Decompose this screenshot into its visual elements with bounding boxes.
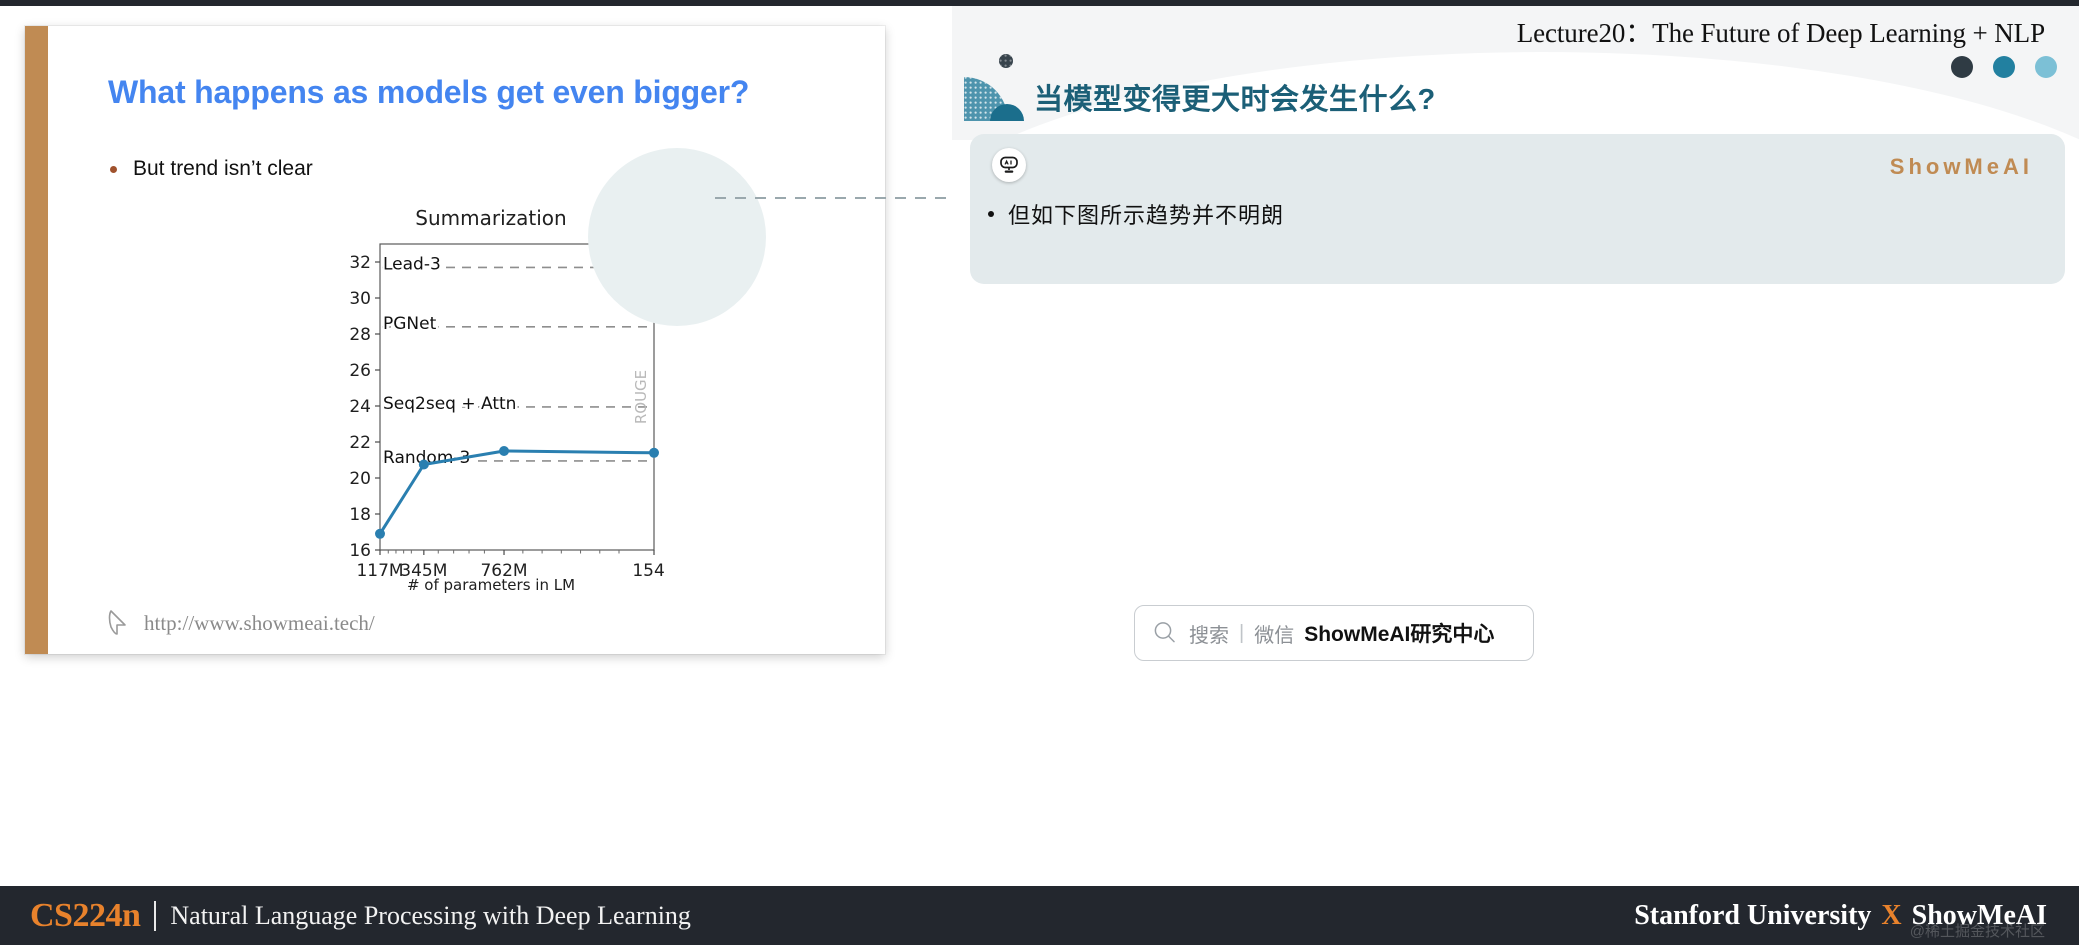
svg-text:Seq2seq + Attn: Seq2seq + Attn — [383, 394, 516, 414]
slide-url[interactable]: http://www.showmeai.tech/ — [106, 609, 375, 637]
footer-org-x: X — [1881, 899, 1902, 931]
svg-text:PGNet: PGNet — [383, 314, 437, 334]
section-title-cn: 当模型变得更大时会发生什么? — [1034, 84, 1436, 116]
search-channel: 微信 — [1254, 624, 1295, 647]
footer-bar: CS224n Natural Language Processing with … — [0, 886, 2079, 945]
svg-text:26: 26 — [349, 361, 371, 381]
slide-bullet-label: But trend isn’t clear — [133, 157, 313, 180]
cursor-pointer-icon — [108, 610, 126, 635]
footer-left: CS224n Natural Language Processing with … — [30, 897, 691, 935]
slide-title: What happens as models get even bigger? — [108, 74, 750, 110]
quarter-circle-decoration-icon — [964, 77, 1024, 121]
content-bullet-label: 但如下图所示趋势并不明朗 — [1008, 203, 1285, 228]
dot-dark-icon — [1951, 56, 1973, 78]
search-label: 搜索 — [1189, 624, 1229, 647]
svg-text:ROUGE: ROUGE — [632, 370, 650, 424]
search-pill[interactable]: 搜索 | 微信 ShowMeAI研究中心 — [1134, 605, 1534, 661]
footer-course-name: Natural Language Processing with Deep Le… — [170, 900, 691, 930]
search-brand: ShowMeAI研究中心 — [1304, 623, 1495, 646]
slide-url-text: http://www.showmeai.tech/ — [144, 610, 375, 635]
screenshot-root: What happens as models get even bigger? … — [0, 0, 2079, 945]
slide-accent-bar — [25, 26, 48, 654]
svg-text:28: 28 — [349, 325, 371, 345]
svg-text:22: 22 — [349, 433, 371, 453]
svg-text:20: 20 — [349, 469, 371, 489]
content-bullet-dot-icon — [988, 211, 994, 217]
lecture-title: Lecture20：The Future of Deep Learning + … — [1516, 18, 2045, 48]
footer-course-code: CS224n — [30, 896, 141, 934]
right-panel: Lecture20：The Future of Deep Learning + … — [952, 6, 2079, 886]
dot-teal-icon — [1993, 56, 2015, 78]
bullet-dot-icon — [110, 166, 117, 173]
slide-card: What happens as models get even bigger? … — [25, 26, 885, 654]
dashed-connector-line — [715, 197, 968, 199]
ai-robot-icon — [992, 148, 1026, 182]
highlight-circle-decoration — [588, 148, 766, 326]
footer-org-left: Stanford University — [1634, 899, 1872, 931]
search-divider: | — [1239, 621, 1245, 644]
svg-text:16: 16 — [349, 541, 371, 561]
svg-text:18: 18 — [349, 505, 371, 525]
svg-text:30: 30 — [349, 289, 371, 309]
svg-text:Lead-3: Lead-3 — [383, 254, 441, 274]
slide-bullet: But trend isn’t clear — [110, 156, 313, 181]
content-box: ShowMeAI 但如下图所示趋势并不明朗 — [970, 134, 2065, 284]
slide-content: What happens as models get even bigger? … — [48, 26, 885, 654]
chart-x-axis-label: # of parameters in LM — [406, 576, 576, 594]
content-bullet: 但如下图所示趋势并不明朗 — [988, 198, 1284, 230]
footer-divider — [154, 900, 157, 931]
svg-text:24: 24 — [349, 397, 371, 417]
small-dot-decoration-icon — [999, 54, 1013, 68]
search-icon — [1154, 622, 1175, 643]
dot-light-icon — [2035, 56, 2057, 78]
watermark: @稀土掘金技术社区 — [1909, 923, 2045, 940]
header-dots — [1951, 56, 2057, 78]
svg-text:32: 32 — [349, 253, 371, 273]
content-box-brand: ShowMeAI — [1889, 154, 2033, 179]
